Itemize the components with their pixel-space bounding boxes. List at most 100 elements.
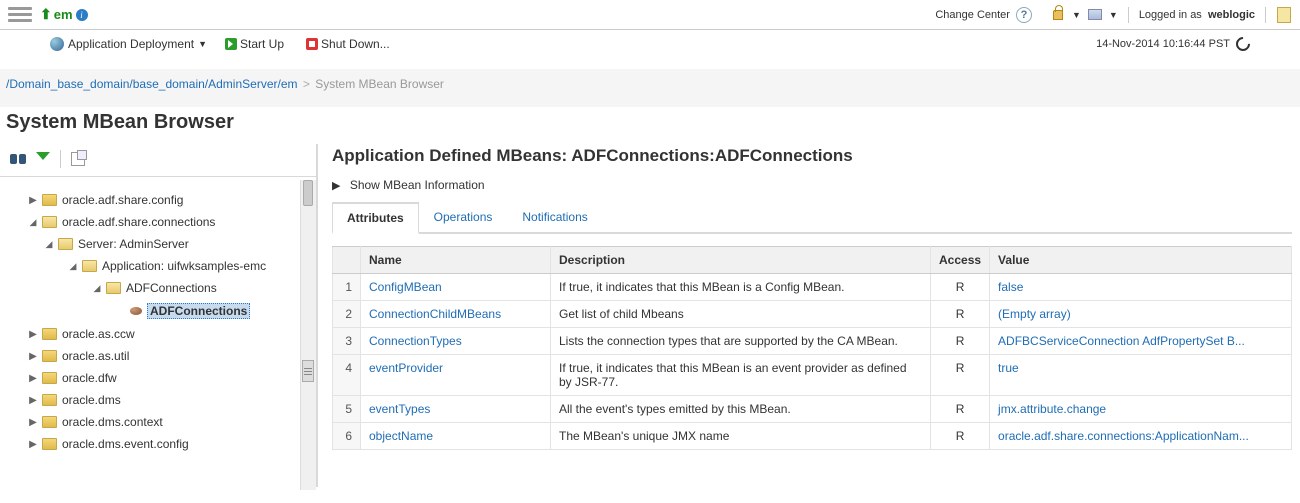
attr-name-link[interactable]: ConfigMBean bbox=[369, 280, 442, 294]
attr-name-link[interactable]: ConnectionChildMBeans bbox=[369, 307, 501, 321]
tree-node[interactable]: ▶oracle.adf.share.config bbox=[0, 189, 316, 211]
table-row[interactable]: 6objectNameThe MBean's unique JMX nameRo… bbox=[333, 423, 1292, 450]
dropdown-caret-icon[interactable]: ▼ bbox=[1109, 10, 1118, 20]
attr-name-link[interactable]: eventProvider bbox=[369, 361, 443, 375]
attr-desc-cell: The MBean's unique JMX name bbox=[551, 423, 931, 450]
detach-icon[interactable] bbox=[71, 152, 85, 166]
toolbar: Application Deployment ▼ Start Up Shut D… bbox=[0, 30, 1300, 60]
expand-icon[interactable]: ▶ bbox=[28, 329, 38, 340]
attr-name-link[interactable]: ConnectionTypes bbox=[369, 334, 462, 348]
attr-name-link[interactable]: eventTypes bbox=[369, 402, 430, 416]
up-arrow-icon[interactable]: ⬆ bbox=[40, 6, 52, 23]
change-center-link[interactable]: Change Center bbox=[935, 9, 1010, 21]
tab-notifications[interactable]: Notifications bbox=[507, 202, 602, 232]
folder-icon bbox=[58, 238, 73, 250]
col-name[interactable]: Name bbox=[361, 247, 551, 274]
col-value[interactable]: Value bbox=[990, 247, 1292, 274]
col-description[interactable]: Description bbox=[551, 247, 931, 274]
em-label[interactable]: em bbox=[54, 7, 73, 22]
row-index: 4 bbox=[333, 355, 361, 396]
attr-access-cell: R bbox=[931, 274, 990, 301]
content-title: Application Defined MBeans: ADFConnectio… bbox=[332, 144, 1292, 178]
tree-node[interactable]: ▶oracle.dms bbox=[0, 389, 316, 411]
tree-node-label: ADFConnections bbox=[147, 303, 250, 319]
tree-node[interactable]: ◢ Server: AdminServer bbox=[0, 233, 316, 255]
expand-icon[interactable]: ▶ bbox=[28, 395, 38, 406]
table-row[interactable]: 2ConnectionChildMBeansGet list of child … bbox=[333, 301, 1292, 328]
attr-access-cell: R bbox=[931, 423, 990, 450]
table-row[interactable]: 3ConnectionTypesLists the connection typ… bbox=[333, 328, 1292, 355]
scrollbar-thumb[interactable] bbox=[303, 180, 313, 206]
attr-value-link[interactable]: ADFBCServiceConnection AdfPropertySet B.… bbox=[998, 334, 1245, 348]
separator bbox=[60, 150, 61, 168]
notepad-icon[interactable] bbox=[1276, 7, 1292, 23]
tree-node[interactable]: ▶oracle.dms.event.config bbox=[0, 433, 316, 455]
breadcrumb-separator: > bbox=[303, 77, 310, 91]
row-index: 5 bbox=[333, 396, 361, 423]
attr-value-link[interactable]: (Empty array) bbox=[998, 307, 1071, 321]
expand-icon[interactable]: ▶ bbox=[28, 351, 38, 362]
menu-icon[interactable] bbox=[8, 3, 32, 27]
expand-icon[interactable]: ▶ bbox=[28, 439, 38, 450]
picture-icon[interactable] bbox=[1087, 7, 1103, 23]
expand-icon[interactable]: ▶ bbox=[28, 195, 38, 206]
tree-node[interactable]: ADFConnections bbox=[0, 299, 316, 323]
tree-node[interactable]: ▶ oracle.as.util bbox=[0, 345, 316, 367]
tree-node-label: oracle.as.ccw bbox=[62, 327, 135, 341]
logged-in-prefix: Logged in as bbox=[1139, 9, 1202, 21]
collapse-icon[interactable]: ◢ bbox=[92, 283, 102, 294]
expand-icon[interactable]: ▶ bbox=[28, 373, 38, 384]
stop-icon bbox=[306, 38, 318, 50]
tree-node-label: Server: AdminServer bbox=[78, 237, 189, 251]
collapse-icon[interactable]: ◢ bbox=[68, 261, 78, 272]
attr-value-link[interactable]: jmx.attribute.change bbox=[998, 402, 1106, 416]
shut-down-button[interactable]: Shut Down... bbox=[306, 37, 394, 51]
play-icon bbox=[225, 38, 237, 50]
help-icon[interactable]: ? bbox=[1016, 7, 1032, 23]
tree-node[interactable]: ▶oracle.dfw bbox=[0, 367, 316, 389]
collapse-icon[interactable]: ◢ bbox=[44, 239, 54, 250]
show-mbean-info-toggle[interactable]: ▶ Show MBean Information bbox=[332, 178, 1292, 202]
attr-value-cell: false bbox=[990, 274, 1292, 301]
refresh-icon[interactable] bbox=[1233, 34, 1253, 54]
folder-icon bbox=[42, 416, 57, 428]
attr-value-link[interactable]: true bbox=[998, 361, 1019, 375]
attr-value-link[interactable]: false bbox=[998, 280, 1023, 294]
info-icon[interactable]: i bbox=[76, 9, 88, 21]
separator bbox=[1128, 7, 1129, 23]
attr-access-cell: R bbox=[931, 355, 990, 396]
folder-icon bbox=[42, 216, 57, 228]
breadcrumb-path[interactable]: /Domain_base_domain/base_domain/AdminSer… bbox=[6, 77, 298, 91]
table-row[interactable]: 4eventProviderIf true, it indicates that… bbox=[333, 355, 1292, 396]
table-row[interactable]: 1ConfigMBeanIf true, it indicates that t… bbox=[333, 274, 1292, 301]
splitter-grip[interactable] bbox=[302, 360, 314, 382]
scrollbar[interactable] bbox=[300, 180, 316, 490]
dropdown-caret-icon[interactable]: ▼ bbox=[1072, 10, 1081, 20]
app-deployment-menu[interactable]: Application Deployment ▼ bbox=[50, 37, 207, 51]
tree-node[interactable]: ◢oracle.adf.share.connections bbox=[0, 211, 316, 233]
tree-node[interactable]: ▶oracle.dms.context bbox=[0, 411, 316, 433]
attr-name-link[interactable]: objectName bbox=[369, 429, 433, 443]
bean-icon bbox=[130, 307, 142, 315]
attr-value-cell: ADFBCServiceConnection AdfPropertySet B.… bbox=[990, 328, 1292, 355]
tree-node-label: oracle.as.util bbox=[62, 349, 129, 363]
show-info-label: Show MBean Information bbox=[350, 178, 485, 192]
tab-attributes[interactable]: Attributes bbox=[332, 202, 419, 234]
tree-node[interactable]: ◢Application: uifwksamples-emc bbox=[0, 255, 316, 277]
col-access[interactable]: Access bbox=[931, 247, 990, 274]
find-icon[interactable] bbox=[10, 152, 26, 166]
collapse-icon[interactable]: ◢ bbox=[28, 217, 38, 228]
attr-value-link[interactable]: oracle.adf.share.connections:Application… bbox=[998, 429, 1249, 443]
lock-icon[interactable] bbox=[1050, 7, 1066, 23]
start-up-button[interactable]: Start Up bbox=[225, 37, 288, 51]
expand-icon[interactable]: ▶ bbox=[28, 417, 38, 428]
tree-node[interactable]: ▶ oracle.as.ccw bbox=[0, 323, 316, 345]
attr-access-cell: R bbox=[931, 301, 990, 328]
tree-node[interactable]: ◢ADFConnections bbox=[0, 277, 316, 299]
table-row[interactable]: 5eventTypesAll the event's types emitted… bbox=[333, 396, 1292, 423]
tab-operations[interactable]: Operations bbox=[419, 202, 508, 232]
attr-name-cell: objectName bbox=[361, 423, 551, 450]
mbean-tree[interactable]: ▶oracle.adf.share.config◢oracle.adf.shar… bbox=[0, 177, 316, 487]
attr-name-cell: eventTypes bbox=[361, 396, 551, 423]
filter-icon[interactable] bbox=[36, 152, 50, 166]
